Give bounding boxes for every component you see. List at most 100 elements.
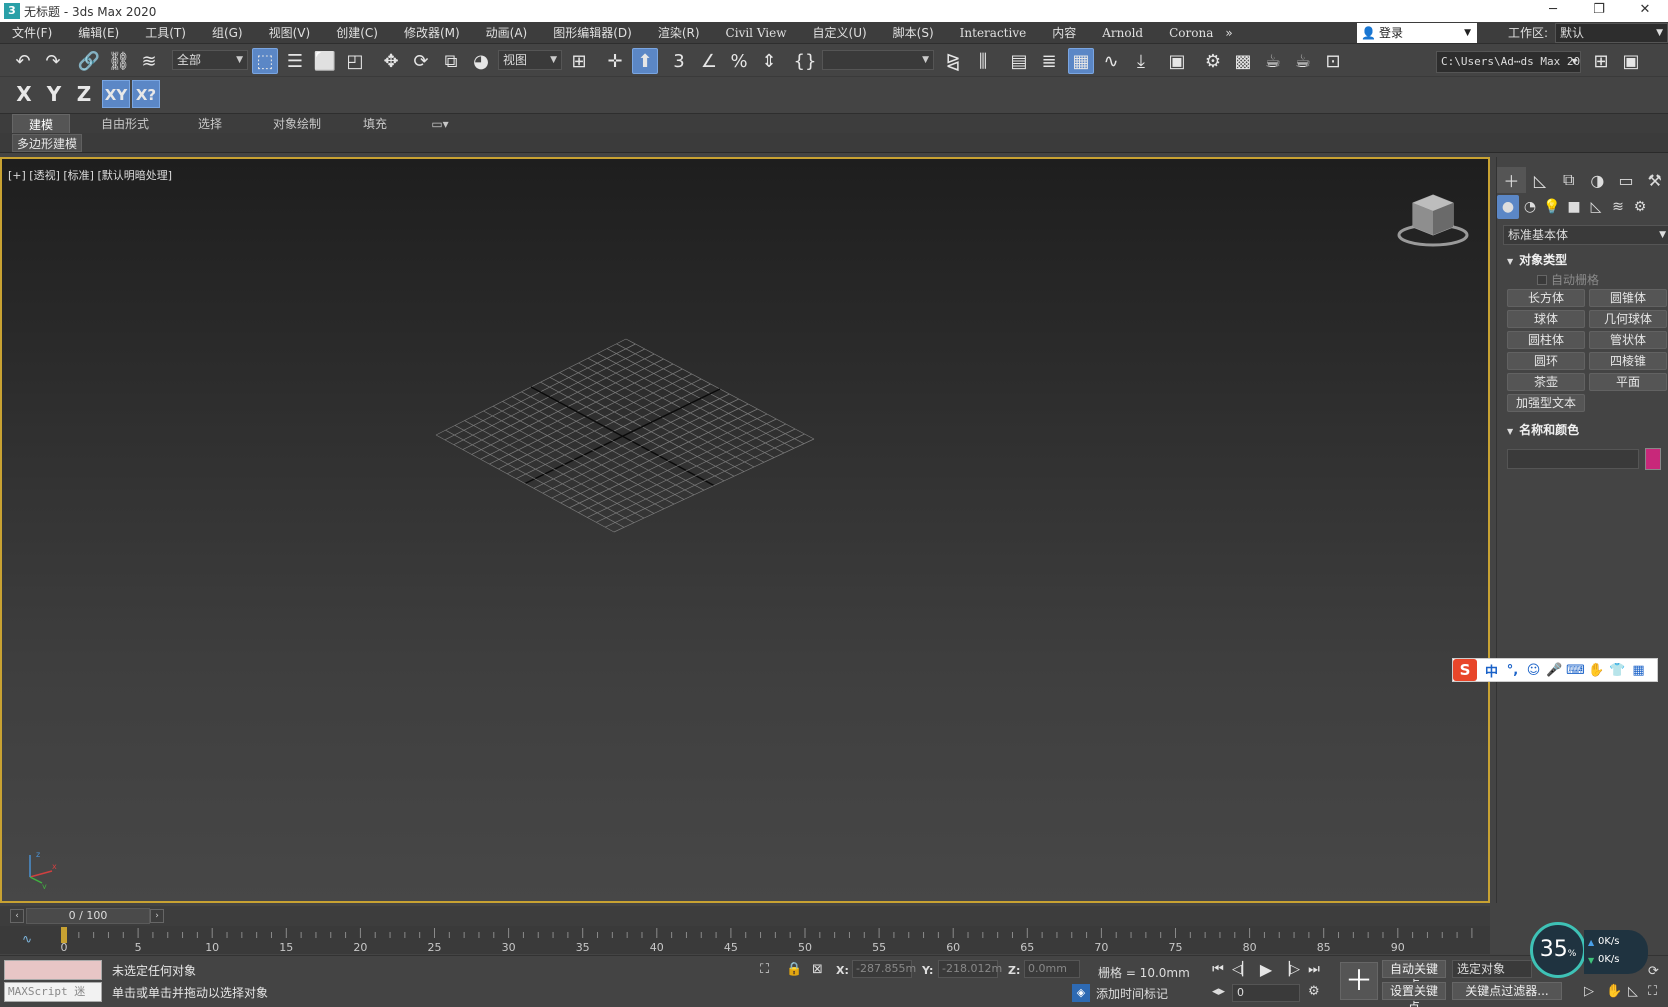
- isolate-selection-icon[interactable]: ⛶: [760, 962, 769, 977]
- motion-panel-icon[interactable]: ◑: [1583, 167, 1612, 193]
- project-path-dropdown[interactable]: C:\Users\Ad⋯ds Max 2020 ▼: [1436, 51, 1581, 73]
- menu-tools[interactable]: 工具(T): [133, 22, 200, 44]
- geometry-icon[interactable]: ●: [1497, 195, 1519, 219]
- space-warps-icon[interactable]: ≋: [1607, 195, 1629, 219]
- menu-create[interactable]: 创建(C): [324, 22, 392, 44]
- menu-arnold[interactable]: Arnold: [1090, 22, 1157, 44]
- mirror-icon[interactable]: ⧎: [940, 48, 966, 74]
- reference-coordinate-dropdown[interactable]: 视图 ▼: [498, 50, 562, 70]
- object-type-rollout[interactable]: ▼ 对象类型: [1501, 251, 1665, 269]
- align-icon[interactable]: ⫼: [970, 48, 996, 74]
- select-and-scale-icon[interactable]: ⧉: [438, 48, 464, 74]
- maxscript-mini-listener[interactable]: MAXScript 迷: [4, 982, 102, 1002]
- polygon-modeling-button[interactable]: 多边形建模: [12, 134, 83, 152]
- tab-object-paint[interactable]: 对象绘制: [262, 114, 332, 134]
- time-configuration-icon[interactable]: ⚙: [1308, 984, 1320, 999]
- toolbox-icon[interactable]: ▦: [1628, 663, 1649, 678]
- menu-corona[interactable]: Corona: [1157, 22, 1227, 44]
- tube-button[interactable]: 管状体: [1589, 331, 1667, 349]
- cylinder-button[interactable]: 圆柱体: [1507, 331, 1585, 349]
- cameras-icon[interactable]: ■: [1563, 195, 1585, 219]
- schematic-view-icon[interactable]: ⤓: [1128, 48, 1154, 74]
- render-setup-icon[interactable]: ⚙: [1200, 48, 1226, 74]
- mini-curve-editor-icon[interactable]: ∿: [22, 932, 32, 946]
- axis-xy-button[interactable]: XY: [102, 80, 130, 108]
- key-mode-toggle-icon[interactable]: ◂▸: [1212, 984, 1225, 999]
- geosphere-button[interactable]: 几何球体: [1589, 310, 1667, 328]
- time-slider-thumb[interactable]: 0 / 100: [26, 908, 150, 924]
- go-to-end-icon[interactable]: ⏭: [1304, 960, 1324, 980]
- menu-modifiers[interactable]: 修改器(M): [392, 22, 474, 44]
- menu-rendering[interactable]: 渲染(R): [646, 22, 714, 44]
- scene-explorer-icon[interactable]: ▤: [1006, 48, 1032, 74]
- shapes-icon[interactable]: ◔: [1519, 195, 1541, 219]
- time-slider-prev-icon[interactable]: ‹: [10, 909, 24, 923]
- viewport-label[interactable]: [+] [透视] [标准] [默认明暗处理]: [8, 167, 172, 183]
- modify-panel-icon[interactable]: ◺: [1526, 167, 1555, 193]
- performance-meter[interactable]: 35%: [1530, 922, 1586, 978]
- spinner-snap-icon[interactable]: ⇕: [756, 48, 782, 74]
- create-panel-icon[interactable]: ＋: [1497, 167, 1526, 193]
- material-editor-icon[interactable]: ▣: [1164, 48, 1190, 74]
- edit-named-selection-icon[interactable]: {}: [792, 48, 818, 74]
- systems-icon[interactable]: ⚙: [1629, 195, 1651, 219]
- previous-frame-icon[interactable]: ◁▏: [1232, 960, 1252, 980]
- select-and-place-icon[interactable]: ◕: [468, 48, 494, 74]
- axis-z-button[interactable]: Z: [70, 80, 98, 108]
- pan-icon[interactable]: ✋: [1606, 984, 1622, 999]
- tab-selection[interactable]: 选择: [180, 114, 240, 134]
- axis-x-button[interactable]: X: [10, 80, 38, 108]
- track-bar[interactable]: 0 5 10 15 20 25 30 35 40 45 50 55 60 65 70 75 80 85 90 ∿: [0, 926, 1490, 954]
- current-frame-marker[interactable]: [61, 927, 67, 943]
- menu-file[interactable]: 文件(F): [0, 22, 66, 44]
- hierarchy-panel-icon[interactable]: ⧉: [1554, 167, 1583, 193]
- current-frame-field[interactable]: 0: [1232, 984, 1300, 1002]
- select-object-icon[interactable]: ⬚: [252, 48, 278, 74]
- autogrid-checkbox[interactable]: 自动栅格: [1537, 271, 1599, 288]
- menu-more-icon[interactable]: »: [1221, 26, 1236, 40]
- textplus-button[interactable]: 加强型文本: [1507, 394, 1585, 412]
- sogou-logo-icon[interactable]: S: [1453, 659, 1477, 681]
- z-coordinate-field[interactable]: 0.0mm: [1024, 960, 1080, 978]
- next-frame-icon[interactable]: ▕▷: [1280, 960, 1300, 980]
- menu-customize[interactable]: 自定义(U): [801, 22, 881, 44]
- skin-icon[interactable]: 👕: [1607, 663, 1628, 678]
- keyboard-icon[interactable]: ⌨: [1565, 663, 1586, 678]
- box-button[interactable]: 长方体: [1507, 289, 1585, 307]
- menu-content[interactable]: 内容: [1040, 22, 1090, 44]
- time-slider-next-icon[interactable]: ›: [150, 909, 164, 923]
- workspace-dropdown[interactable]: 默认 ▼: [1555, 23, 1668, 43]
- menu-animation[interactable]: 动画(A): [474, 22, 542, 44]
- set-key-button[interactable]: 设置关键点: [1382, 982, 1446, 1007]
- tab-freeform[interactable]: 自由形式: [86, 114, 164, 134]
- set-key-big-button[interactable]: ＋: [1340, 962, 1378, 1000]
- rendered-frame-window-icon[interactable]: ▩: [1230, 48, 1256, 74]
- window-crossing-icon[interactable]: ◰: [342, 48, 368, 74]
- auto-key-button[interactable]: 自动关键点: [1382, 960, 1446, 992]
- angle-snap-icon[interactable]: ∠: [696, 48, 722, 74]
- emoji-icon[interactable]: ☺: [1523, 663, 1544, 678]
- rectangular-selection-icon[interactable]: ⬜: [312, 48, 338, 74]
- named-selection-dropdown[interactable]: ▼: [822, 50, 934, 70]
- menu-civil-view[interactable]: Civil View: [714, 22, 801, 44]
- go-to-start-icon[interactable]: ⏮: [1208, 960, 1228, 980]
- name-color-rollout[interactable]: ▼ 名称和颜色: [1501, 421, 1665, 439]
- plane-button[interactable]: 平面: [1589, 373, 1667, 391]
- bind-space-warp-icon[interactable]: ≋: [136, 48, 162, 74]
- x-coordinate-field[interactable]: -287.855m: [852, 960, 916, 978]
- teapot-button[interactable]: 茶壶: [1507, 373, 1585, 391]
- project-folder-icon[interactable]: ⊞: [1588, 48, 1614, 74]
- axis-y-button[interactable]: Y: [40, 80, 68, 108]
- key-filters-button[interactable]: 关键点过滤器...: [1452, 982, 1562, 1000]
- set-project-folder-icon[interactable]: ▣: [1618, 48, 1644, 74]
- object-name-field[interactable]: [1507, 449, 1639, 469]
- render-cloud-icon[interactable]: ⊡: [1320, 48, 1346, 74]
- render-iterative-icon[interactable]: ☕: [1290, 48, 1316, 74]
- hand-icon[interactable]: ✋: [1586, 663, 1607, 678]
- layer-explorer-icon[interactable]: ≣: [1036, 48, 1062, 74]
- absolute-mode-icon[interactable]: ⊠: [812, 962, 823, 977]
- sphere-button[interactable]: 球体: [1507, 310, 1585, 328]
- add-time-tag-button[interactable]: ◈ 添加时间标记: [1072, 984, 1168, 1002]
- redo-icon[interactable]: ↷: [40, 48, 66, 74]
- pivot-center-icon[interactable]: ⊞: [566, 48, 592, 74]
